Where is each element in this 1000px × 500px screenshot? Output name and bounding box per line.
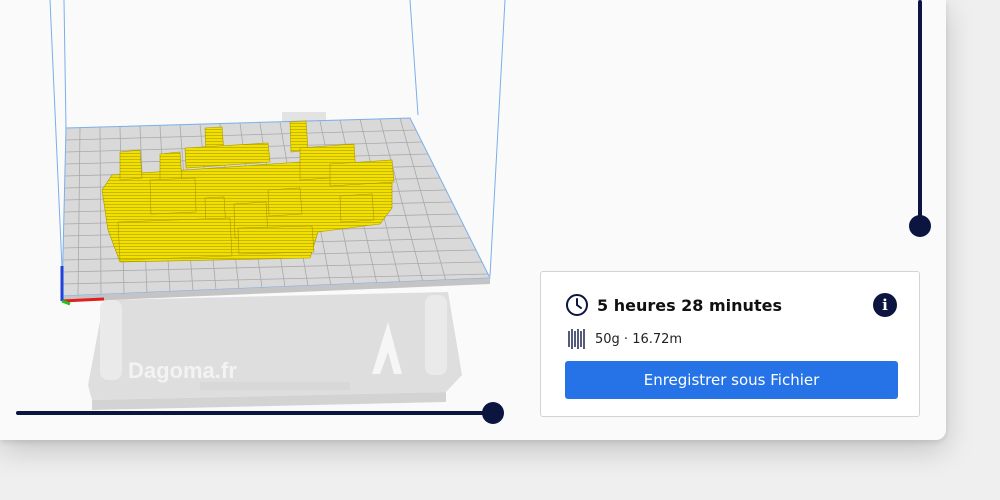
layer-slider-track-vertical[interactable] bbox=[918, 0, 922, 228]
clock-icon bbox=[565, 293, 589, 317]
printer-brand-text: Dagoma.fr bbox=[128, 358, 237, 383]
save-to-file-button[interactable]: Enregistrer sous Fichier bbox=[565, 361, 898, 399]
print-time-row: 5 heures 28 minutes bbox=[565, 292, 782, 318]
info-icon[interactable]: i bbox=[873, 293, 897, 317]
material-row: 50g · 16.72m bbox=[567, 328, 682, 350]
layer-slider-track-horizontal[interactable] bbox=[16, 411, 494, 415]
material-usage-text: 50g · 16.72m bbox=[595, 331, 683, 347]
print-time-text: 5 heures 28 minutes bbox=[597, 295, 782, 315]
filament-icon bbox=[567, 329, 585, 349]
print-info-panel: 5 heures 28 minutes i 50g · 16.72m Enreg… bbox=[540, 271, 920, 417]
layer-slider-handle-vertical[interactable] bbox=[909, 215, 931, 237]
app-window: Dagoma.fr 5 heures 28 minutes i 50g · 16… bbox=[0, 0, 946, 440]
layer-slider-handle-horizontal[interactable] bbox=[482, 402, 504, 424]
